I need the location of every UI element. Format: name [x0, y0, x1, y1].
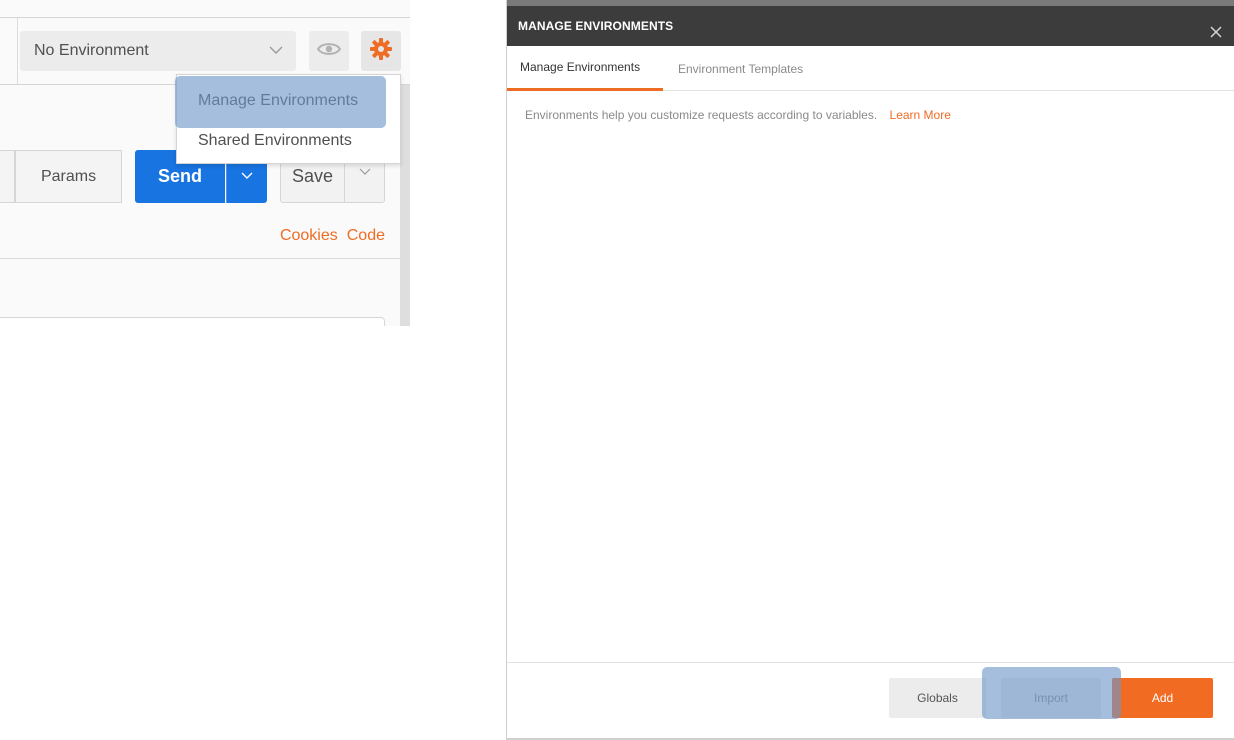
- tab-label: Manage Environments: [520, 60, 641, 74]
- eye-icon: [316, 41, 342, 62]
- send-label: Send: [157, 166, 202, 186]
- section-divider: [0, 258, 400, 259]
- menu-item-manage-environments[interactable]: Manage Environments: [177, 81, 400, 121]
- learn-more-link[interactable]: Learn More: [890, 108, 951, 122]
- manage-environments-modal: MANAGE ENVIRONMENTS Manage Environments …: [506, 0, 1234, 740]
- params-label: Params: [40, 167, 97, 185]
- menu-item-shared-environments[interactable]: Shared Environments: [177, 121, 400, 161]
- settings-dropdown-menu: Manage Environments Shared Environments: [175, 74, 401, 164]
- chevron-down-icon: [268, 42, 284, 58]
- environment-quick-look-button[interactable]: [309, 31, 349, 71]
- environments-description: Environments help you customize requests…: [525, 108, 951, 122]
- request-body-field[interactable]: [0, 317, 385, 326]
- params-button[interactable]: Params: [15, 150, 122, 203]
- add-label: Add: [1151, 691, 1174, 705]
- globals-label: Globals: [917, 691, 958, 705]
- chevron-down-icon: [358, 164, 372, 182]
- chevron-down-icon: [240, 168, 254, 186]
- import-label: Import: [1033, 691, 1068, 705]
- cookies-link[interactable]: Cookies: [280, 227, 338, 245]
- footer-divider: [507, 662, 1234, 663]
- scrollbar[interactable]: [400, 85, 410, 326]
- modal-title: MANAGE ENVIRONMENTS: [518, 19, 674, 33]
- add-button[interactable]: Add: [1112, 678, 1213, 718]
- environment-select[interactable]: No Environment: [20, 31, 296, 71]
- tab-environment-templates[interactable]: Environment Templates: [678, 46, 803, 91]
- menu-item-label: Shared Environments: [198, 132, 352, 149]
- environment-select-value: No Environment: [34, 42, 149, 59]
- tab-label: Environment Templates: [678, 61, 804, 76]
- screenshot-stage: No Environment Manage Environments Share…: [0, 0, 1234, 740]
- code-link[interactable]: Code: [347, 227, 385, 245]
- import-button[interactable]: Import: [1001, 678, 1101, 718]
- globals-button[interactable]: Globals: [889, 678, 986, 718]
- request-links: Cookies Code: [280, 227, 385, 245]
- gear-icon: [369, 37, 393, 66]
- environment-bar-separator: [17, 18, 18, 84]
- modal-tabs: Manage Environments Environment Template…: [507, 46, 1234, 91]
- menu-item-label: Manage Environments: [198, 92, 359, 109]
- modal-header: MANAGE ENVIRONMENTS: [507, 6, 1234, 46]
- url-input-edge[interactable]: [0, 150, 15, 203]
- save-label: Save: [291, 166, 334, 186]
- description-text: Environments help you customize requests…: [525, 108, 878, 122]
- close-icon[interactable]: [1204, 20, 1228, 44]
- manage-environments-gear-button[interactable]: [361, 31, 401, 71]
- postman-main-window: No Environment Manage Environments Share…: [0, 0, 410, 326]
- tab-manage-environments[interactable]: Manage Environments: [507, 46, 663, 91]
